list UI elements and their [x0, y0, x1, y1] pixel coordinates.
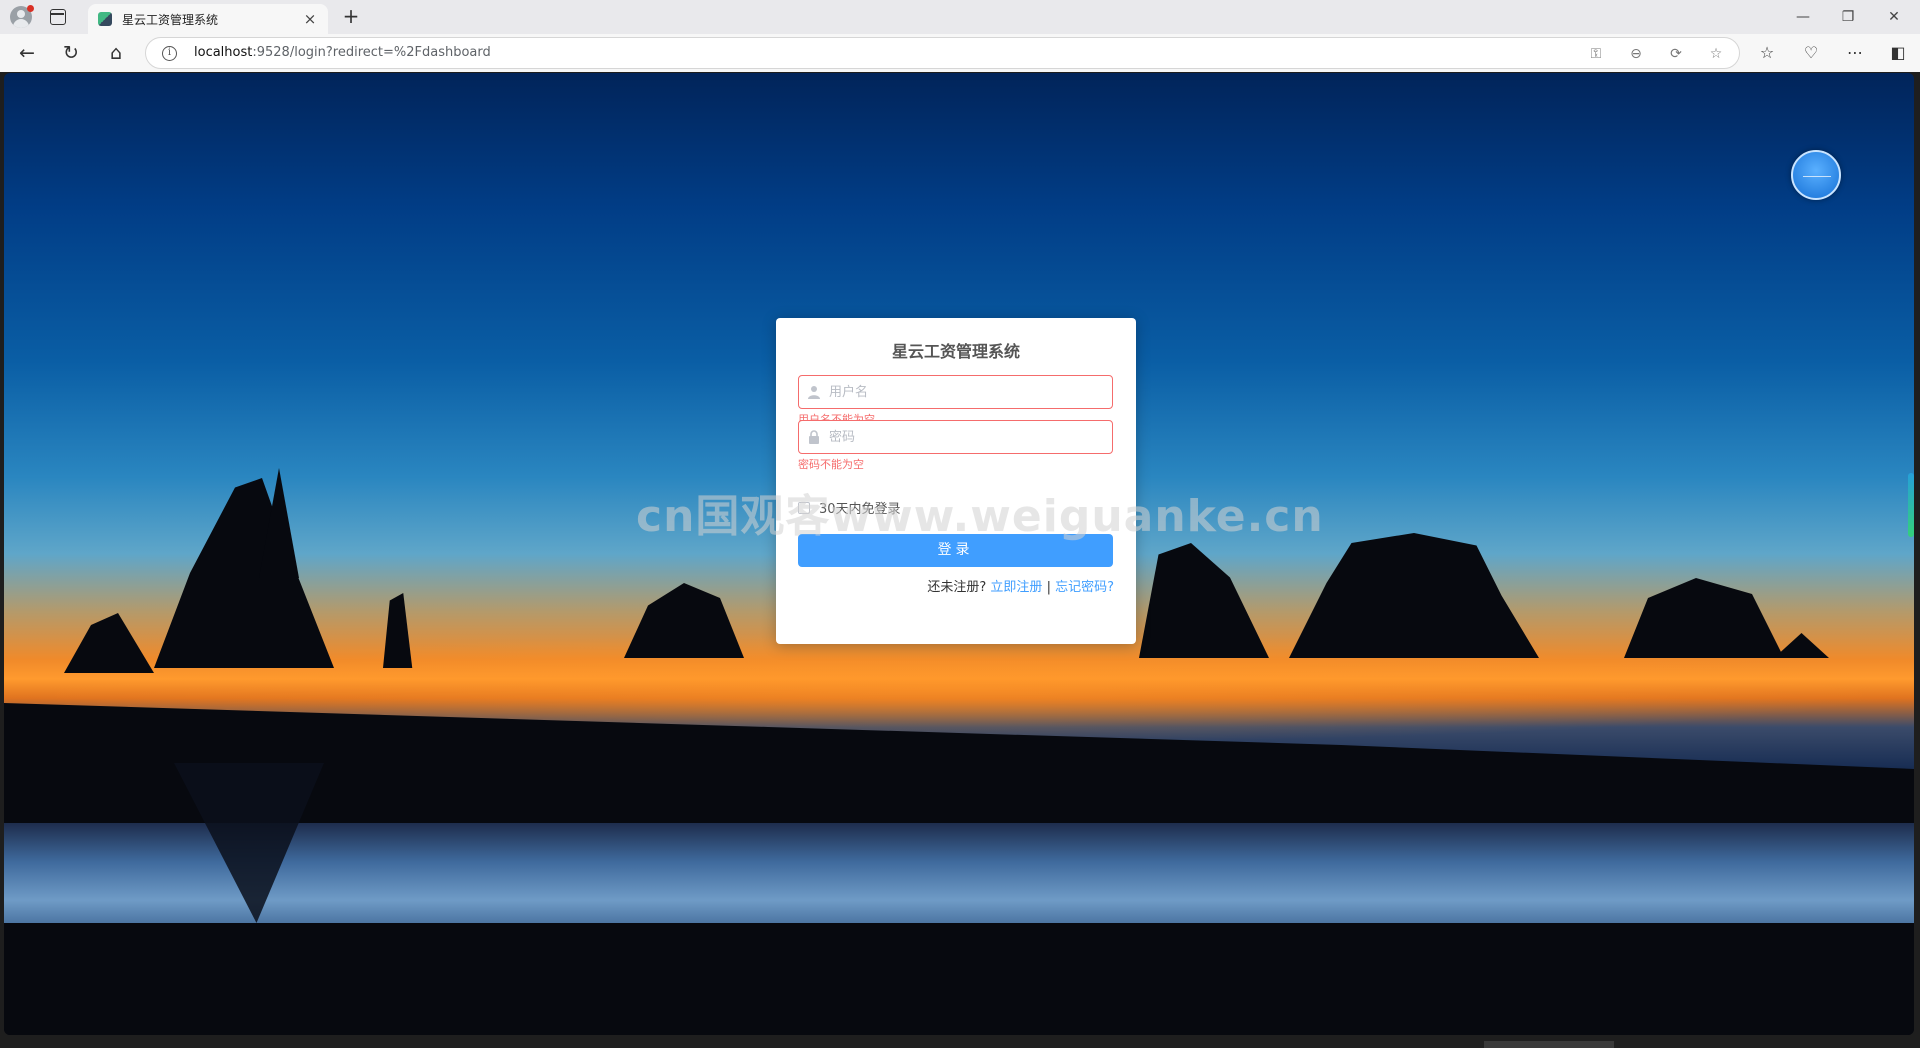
- password-error: 密码不能为空: [798, 458, 864, 471]
- tab-actions-icon[interactable]: [50, 9, 66, 25]
- back-icon[interactable]: ←: [14, 41, 40, 67]
- center-right-rock: [1139, 543, 1269, 658]
- address-bar: ← ↻ ⌂ i localhost:9528/login?redirect=%2…: [0, 34, 1920, 72]
- new-tab-button[interactable]: +: [340, 6, 362, 28]
- rock-reflection: [174, 763, 324, 923]
- tab-close-icon[interactable]: ×: [300, 9, 320, 29]
- extensions-icon[interactable]: ♡: [1799, 42, 1823, 64]
- star-icon[interactable]: ☆: [1706, 44, 1726, 64]
- password-input[interactable]: [827, 421, 1107, 453]
- more-icon[interactable]: ⋯: [1843, 42, 1867, 64]
- username-field[interactable]: [798, 375, 1113, 409]
- tab-strip: 星云工资管理系统 × + — ❐ ✕: [0, 0, 1920, 34]
- sidebar-icon[interactable]: ◧: [1886, 42, 1910, 64]
- home-icon[interactable]: ⌂: [103, 41, 129, 67]
- right-rock-large: [1289, 533, 1539, 658]
- window-close-button[interactable]: ✕: [1879, 6, 1909, 28]
- minimize-button[interactable]: —: [1788, 6, 1818, 28]
- watermark-text: cn国观客www.weiguanke.cn: [636, 491, 1324, 542]
- lock-icon: [809, 430, 819, 444]
- restore-button[interactable]: ❐: [1833, 6, 1863, 28]
- favorites-icon[interactable]: ☆: [1755, 42, 1779, 64]
- right-rock-medium: [1624, 578, 1784, 658]
- url-text[interactable]: localhost:9528/login?redirect=%2Fdashboa…: [194, 45, 491, 60]
- tab-title: 星云工资管理系统: [122, 12, 219, 27]
- sync-icon[interactable]: ⟳: [1666, 44, 1686, 64]
- url-field[interactable]: i localhost:9528/login?redirect=%2Fdashb…: [145, 37, 1740, 69]
- login-title: 星云工资管理系统: [891, 342, 1020, 361]
- register-prompt: 还未注册?: [927, 580, 987, 595]
- link-separator: |: [1046, 580, 1051, 595]
- center-left-rock: [624, 583, 744, 658]
- taskbar: [0, 1040, 1920, 1048]
- side-scroll-indicator[interactable]: [1908, 473, 1914, 537]
- taskbar-segment: [1484, 1041, 1614, 1048]
- notification-dot: [27, 5, 34, 12]
- key-icon[interactable]: ⚿: [1586, 44, 1606, 64]
- foreground-sand: [4, 923, 1914, 1035]
- account-links: 还未注册? 立即注册 | 忘记密码?: [927, 576, 1114, 595]
- register-link[interactable]: 立即注册: [990, 580, 1042, 595]
- vue-favicon-icon: [98, 12, 112, 26]
- username-input[interactable]: [827, 376, 1107, 408]
- user-icon: [808, 386, 820, 399]
- clock-widget-icon[interactable]: [1791, 150, 1841, 200]
- forgot-password-link[interactable]: 忘记密码?: [1055, 580, 1114, 595]
- left-rock-large: [154, 478, 334, 668]
- password-field[interactable]: [798, 420, 1113, 454]
- zoom-out-icon[interactable]: ⊖: [1626, 44, 1646, 64]
- reload-icon[interactable]: ↻: [58, 41, 84, 67]
- active-tab[interactable]: 星云工资管理系统 ×: [88, 4, 328, 34]
- info-icon[interactable]: i: [162, 46, 177, 61]
